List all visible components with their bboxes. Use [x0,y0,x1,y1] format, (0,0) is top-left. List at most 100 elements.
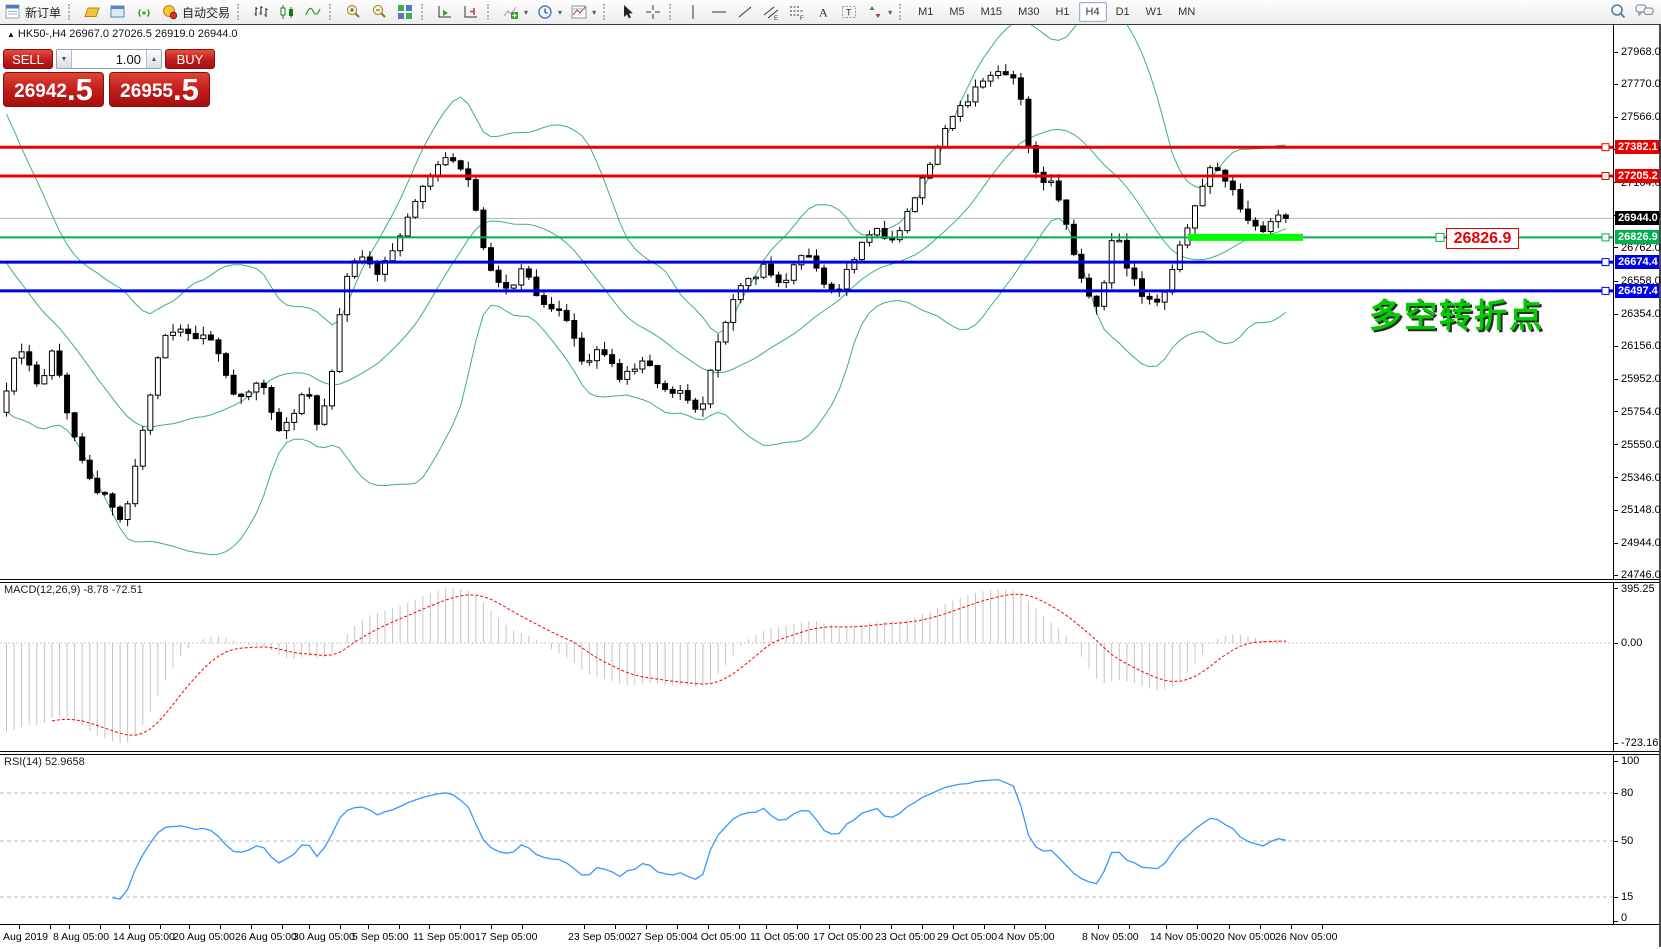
timeframe-button-w1[interactable]: W1 [1139,2,1170,22]
new-order-button[interactable]: 新订单 [0,0,65,24]
sell-price-pips: .5 [67,74,93,105]
sell-price-display[interactable]: 26942.5 [3,72,104,107]
volume-stepper: ▼ 1.00 ▲ [56,49,162,69]
timeframe-button-m1[interactable]: M1 [911,2,940,22]
rsi-axis[interactable]: 1008050150 [1613,755,1659,924]
time-axis-label: 14 Nov 05:00 [1150,931,1212,943]
volume-input[interactable]: 1.00 [72,50,146,68]
search-icon[interactable] [1609,2,1627,23]
price-axis-label: 24944.0 [1621,537,1661,549]
crosshair-button[interactable] [640,0,666,24]
cursor-button[interactable] [614,0,640,24]
channel-icon: E [762,3,780,21]
price-axis-tick [1614,477,1618,478]
time-axis-label: 17 Oct 05:00 [813,931,873,943]
market-watch-button[interactable] [79,0,105,24]
volume-increase-button[interactable]: ▲ [146,50,161,68]
macd-axis-tick [1614,743,1618,744]
autotrading-button[interactable]: 自动交易 [157,0,234,24]
tile-windows-button[interactable] [392,0,418,24]
price-axis-tick [1614,84,1618,85]
volume-decrease-button[interactable]: ▼ [57,50,72,68]
price-axis[interactable]: 27968.027770.027566.027368.027164.026960… [1613,25,1659,579]
timeframe-button-mn[interactable]: MN [1171,2,1202,22]
price-axis-tick [1614,117,1618,118]
arrows-button[interactable]: ▾ [862,0,896,24]
rsi-panel[interactable]: RSI(14) 52.9658 1008050150 [0,755,1659,924]
macd-axis[interactable]: 395.250.00-723.16 [1613,583,1659,751]
periods-button[interactable]: ▾ [532,0,566,24]
price-line-badge: 26944.0 [1615,211,1659,225]
collapse-icon[interactable]: ▲ [7,30,15,39]
signals-button[interactable] [131,0,157,24]
timeframe-group: M1M5M15M30H1H4D1W1MN [910,2,1203,22]
templates-button[interactable]: ▾ [566,0,600,24]
price-axis-tick [1614,346,1618,347]
text-button[interactable]: A [810,0,836,24]
tile-windows-icon [396,3,414,21]
time-axis-label: Aug 2019 [3,931,48,943]
price-axis-label: 26156.0 [1621,340,1661,352]
price-axis-tick [1614,314,1618,315]
timeframe-button-m5[interactable]: M5 [942,2,971,22]
chart-shift-button[interactable] [458,0,484,24]
candlestick-chart-button[interactable] [274,0,300,24]
indicators-button[interactable]: ▾ [498,0,532,24]
time-axis-tick [429,925,430,929]
time-axis-tick [1229,925,1230,929]
macd-axis-label: 395.25 [1621,583,1655,595]
text-icon: A [814,3,832,21]
buy-price-display[interactable]: 26955.5 [109,72,210,107]
bar-chart-button[interactable] [248,0,274,24]
timeframe-button-m30[interactable]: M30 [1011,2,1046,22]
chevron-down-icon[interactable]: ▾ [524,8,528,17]
timeframe-button-d1[interactable]: D1 [1109,2,1137,22]
sell-button[interactable]: SELL [3,49,53,69]
arrows-icon [866,3,884,21]
price-line-badge: 27382.1 [1615,140,1659,154]
chevron-down-icon[interactable]: ▾ [592,8,596,17]
rsi-axis-label: 0 [1621,912,1627,924]
fibonacci-button[interactable]: F [784,0,810,24]
time-axis-tick [1129,925,1130,929]
macd-panel[interactable]: MACD(12,26,9) -8.78 -72.51 395.250.00-72… [0,583,1659,751]
macd-axis-tick [1614,588,1618,589]
equidistant-channel-button[interactable]: E [758,0,784,24]
chevron-down-icon[interactable]: ▾ [888,8,892,17]
price-axis-label: 25346.0 [1621,472,1661,484]
chart-shift-icon [462,3,480,21]
toolbar: 新订单 自动交易 ▾ ▾ ▾ E F A T ▾ M1M5M15M30H1H4D… [0,0,1661,25]
macd-axis-label: 0.00 [1621,637,1642,649]
zoom-out-icon [370,3,388,21]
horizontal-line-button[interactable] [706,0,732,24]
time-axis-tick [891,925,892,929]
trendline-icon [736,3,754,21]
buy-button[interactable]: BUY [165,49,215,69]
timeframe-button-h1[interactable]: H1 [1048,2,1076,22]
signal-icon [135,3,153,21]
new-order-label: 新订单 [25,4,61,21]
text-label-button[interactable]: T [836,0,862,24]
timeframe-button-m15[interactable]: M15 [974,2,1009,22]
vertical-line-button[interactable] [680,0,706,24]
chart-window: ▲HK50-,H4 26967.0 27026.5 26919.0 26944.… [0,24,1661,947]
zoom-in-button[interactable] [340,0,366,24]
navigator-button[interactable] [105,0,131,24]
macd-canvas[interactable] [0,583,1613,751]
time-axis-tick [1045,925,1046,929]
time-axis[interactable]: Aug 20198 Aug 05:0014 Aug 05:0020 Aug 05… [0,924,1659,949]
time-axis-tick [251,925,252,929]
zoom-out-button[interactable] [366,0,392,24]
price-chart-panel[interactable]: ▲HK50-,H4 26967.0 27026.5 26919.0 26944.… [0,25,1659,579]
auto-scroll-button[interactable] [432,0,458,24]
timeframe-button-h4[interactable]: H4 [1079,2,1107,22]
chat-icon[interactable] [1635,2,1655,23]
chart-annotation[interactable]: 多空转折点 [1369,289,1544,337]
time-axis-label: 17 Sep 05:00 [475,931,537,943]
rsi-canvas[interactable] [0,755,1613,924]
line-chart-button[interactable] [300,0,326,24]
price-axis-tick [1614,52,1618,53]
chevron-down-icon[interactable]: ▾ [558,8,562,17]
price-callout-label[interactable]: 26826.9 [1446,228,1519,249]
trendline-button[interactable] [732,0,758,24]
